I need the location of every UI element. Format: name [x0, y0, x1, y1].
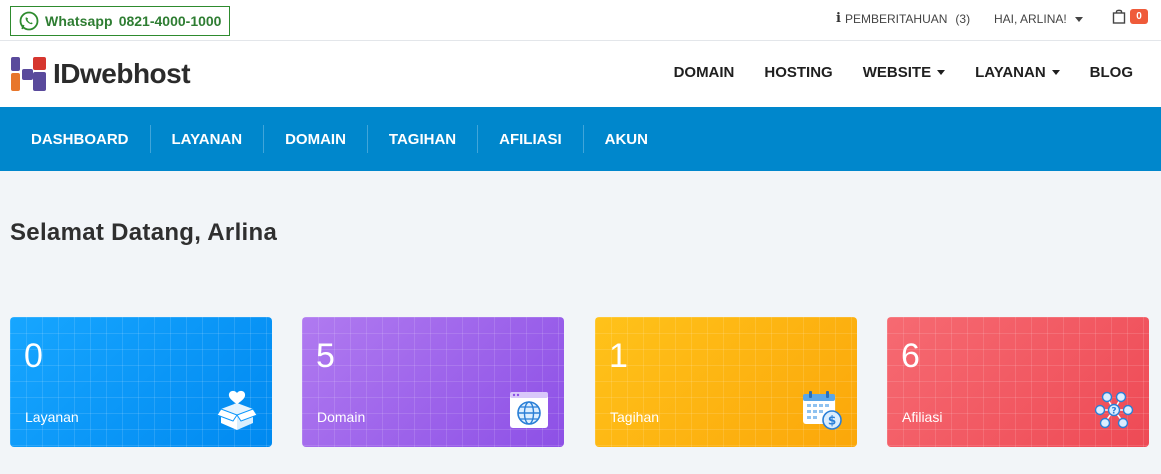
whatsapp-icon — [19, 11, 39, 31]
whatsapp-number: 0821-4000-1000 — [118, 13, 222, 29]
stat-value: 1 — [609, 337, 628, 375]
box-heart-icon — [216, 390, 258, 430]
whatsapp-button[interactable]: Whatsapp 0821-4000-1000 — [10, 6, 231, 36]
nav-label: LAYANAN — [975, 64, 1046, 81]
nav-website[interactable]: WEBSITE — [862, 64, 946, 81]
nav-label: BLOG — [1089, 64, 1133, 81]
dashboard-nav-afiliasi[interactable]: AFILIASI — [478, 125, 584, 153]
nav-blog[interactable]: BLOG — [1090, 64, 1133, 81]
user-greeting: HAI, ARLINA! — [994, 12, 1067, 26]
stat-value: 0 — [24, 337, 43, 375]
stat-card-afiliasi[interactable]: 6 Afiliasi ? — [887, 317, 1149, 447]
stat-card-layanan[interactable]: 0 Layanan — [10, 317, 272, 447]
idwebhost-logo-icon — [11, 57, 46, 91]
info-icon: i — [836, 11, 841, 26]
nav-label: DOMAIN — [673, 64, 735, 81]
chevron-down-icon — [937, 70, 946, 75]
globe-browser-icon — [510, 392, 548, 428]
stat-label: Tagihan — [610, 409, 660, 425]
cart-count-badge: 0 — [1130, 9, 1148, 24]
nav-label: HOSTING — [764, 64, 833, 81]
chevron-down-icon — [1051, 70, 1060, 75]
stat-value: 5 — [316, 337, 335, 375]
nav-label: WEBSITE — [862, 64, 932, 81]
nav-hosting[interactable]: HOSTING — [764, 64, 832, 81]
svg-text:$: $ — [828, 414, 836, 428]
calendar-dollar-icon: $ — [803, 391, 842, 430]
notifications-label: PEMBERITAHUAN — [844, 11, 948, 26]
page-title: Selamat Datang, Arlina — [10, 219, 278, 246]
dashboard-nav: DASHBOARD LAYANAN DOMAIN TAGIHAN AFILIAS… — [0, 107, 1161, 171]
dashboard-nav-akun[interactable]: AKUN — [584, 125, 669, 153]
dashboard-nav-dashboard[interactable]: DASHBOARD — [0, 125, 151, 153]
cart-button[interactable]: 0 — [1112, 9, 1148, 24]
stat-card-tagihan[interactable]: 1 Tagihan $ — [595, 317, 857, 447]
top-utility-bar: Whatsapp 0821-4000-1000 i PEMBERITAHUAN … — [0, 0, 1161, 41]
svg-text:?: ? — [1111, 407, 1116, 417]
user-menu[interactable]: HAI, ARLINA! — [994, 12, 1083, 26]
stat-card-domain[interactable]: 5 Domain — [302, 317, 564, 447]
dashboard-nav-layanan[interactable]: LAYANAN — [151, 125, 265, 153]
notifications-link[interactable]: i PEMBERITAHUAN (3) — [836, 11, 970, 26]
chevron-down-icon — [1074, 16, 1083, 22]
stat-value: 6 — [901, 337, 920, 375]
main-nav: DOMAIN HOSTING WEBSITE LAYANAN BLOG — [674, 64, 1133, 81]
stat-label: Afiliasi — [902, 409, 943, 425]
nav-layanan[interactable]: LAYANAN — [975, 64, 1060, 81]
notifications-count: (3) — [955, 11, 971, 26]
stat-label: Domain — [317, 409, 366, 425]
brand-logo[interactable]: IDwebhost — [11, 57, 191, 91]
dashboard-nav-tagihan[interactable]: TAGIHAN — [368, 125, 479, 153]
dashboard-nav-domain[interactable]: DOMAIN — [264, 125, 368, 153]
brand-bar: IDwebhost DOMAIN HOSTING WEBSITE LAYANAN… — [0, 41, 1161, 107]
nav-domain[interactable]: DOMAIN — [674, 64, 735, 81]
network-people-icon: ? — [1094, 391, 1134, 429]
shopping-bag-icon — [1112, 9, 1126, 24]
whatsapp-label: Whatsapp — [45, 13, 113, 29]
stat-label: Layanan — [25, 409, 79, 425]
brand-name: IDwebhost — [53, 58, 191, 89]
